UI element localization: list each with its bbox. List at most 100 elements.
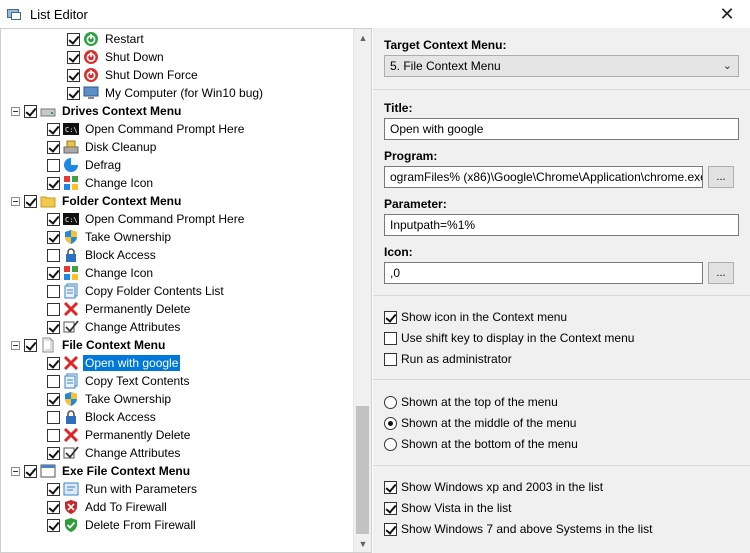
tree-item-checkbox[interactable] <box>47 230 60 244</box>
option-checkbox-item[interactable]: Use shift key to display in the Context … <box>384 329 634 347</box>
icon-input[interactable]: ,0 <box>384 262 703 284</box>
position-radio-option[interactable]: Shown at the middle of the menu <box>384 414 576 432</box>
radio-button[interactable] <box>384 416 397 430</box>
tree-item-checkbox[interactable] <box>47 356 60 370</box>
radio-button[interactable] <box>384 395 397 409</box>
tree-item-label: Change Attributes <box>85 446 181 460</box>
option-label: Show Windows xp and 2003 in the list <box>401 480 604 494</box>
target-menu-select[interactable]: 5. File Context Menu ⌄ <box>384 55 739 77</box>
tree-group-row[interactable]: File Context Menu <box>11 336 167 354</box>
computer-icon <box>83 85 99 101</box>
tree-item-checkbox[interactable] <box>24 464 37 478</box>
program-input[interactable]: ogramFiles% (x86)\Google\Chrome\Applicat… <box>384 166 703 188</box>
checkbox[interactable] <box>384 352 397 366</box>
program-browse-button[interactable]: ... <box>708 166 734 188</box>
tree-item-row[interactable]: Change Attributes <box>47 318 182 336</box>
tree-item-label: Drives Context Menu <box>62 104 182 118</box>
tree-item-checkbox[interactable] <box>47 248 60 262</box>
tree-group-row[interactable]: Drives Context Menu <box>11 102 183 120</box>
tree-item-row[interactable]: Shut Down Force <box>67 66 200 84</box>
tree-item-row[interactable]: Delete From Firewall <box>47 516 198 534</box>
tree-item-row[interactable]: Change Icon <box>47 174 155 192</box>
checkbox[interactable] <box>384 480 397 494</box>
tree-item-checkbox[interactable] <box>47 212 60 226</box>
title-input[interactable]: Open with google <box>384 118 739 140</box>
option-checkbox-item[interactable]: Show Vista in the list <box>384 499 512 517</box>
checkbox[interactable] <box>384 501 397 515</box>
tree-item-checkbox[interactable] <box>47 392 60 406</box>
tree-item-checkbox[interactable] <box>24 338 37 352</box>
tree-item-checkbox[interactable] <box>47 428 60 442</box>
tree-item-checkbox[interactable] <box>24 194 37 208</box>
collapse-toggle[interactable] <box>11 466 20 476</box>
attributes-check-icon <box>63 319 79 335</box>
tree-item-row[interactable]: C:\ Open Command Prompt Here <box>47 210 246 228</box>
tree-item-checkbox[interactable] <box>47 140 60 154</box>
tree-item-row[interactable]: Copy Folder Contents List <box>47 282 226 300</box>
tree-item-checkbox[interactable] <box>47 374 60 388</box>
tree-item-row[interactable]: Disk Cleanup <box>47 138 158 156</box>
collapse-toggle[interactable] <box>11 340 20 350</box>
parameter-input[interactable]: Inputpath=%1% <box>384 214 739 236</box>
tree-item-checkbox[interactable] <box>47 122 60 136</box>
tree-item-row[interactable]: Block Access <box>47 246 158 264</box>
tree-item-row[interactable]: Permanently Delete <box>47 426 192 444</box>
tree-item-checkbox[interactable] <box>67 86 80 100</box>
tree-item-row[interactable]: Permanently Delete <box>47 300 192 318</box>
tree-item-checkbox[interactable] <box>47 500 60 514</box>
tree-item-row[interactable]: Change Icon <box>47 264 155 282</box>
tree-item-checkbox[interactable] <box>47 302 60 316</box>
option-checkbox-item[interactable]: Show Windows xp and 2003 in the list <box>384 478 603 496</box>
scroll-up-button[interactable]: ▲ <box>354 29 371 46</box>
parameter-value: Inputpath=%1% <box>390 218 476 232</box>
option-checkbox-item[interactable]: Run as administrator <box>384 350 512 368</box>
target-group: Target Context Menu: 5. File Context Men… <box>373 28 750 90</box>
tree-group-row[interactable]: Exe File Context Menu <box>11 462 192 480</box>
scroll-thumb[interactable] <box>356 406 369 534</box>
tree-item-row[interactable]: Take Ownership <box>47 228 173 246</box>
tree-item-row[interactable]: Copy Text Contents <box>47 372 192 390</box>
checkbox[interactable] <box>384 310 397 324</box>
tree-item-row[interactable]: C:\ Open Command Prompt Here <box>47 120 246 138</box>
tree-item-row[interactable]: Shut Down <box>67 48 166 66</box>
tree-item-checkbox[interactable] <box>47 410 60 424</box>
scroll-down-button[interactable]: ▼ <box>354 535 371 552</box>
tree-item-row[interactable]: Restart <box>67 30 146 48</box>
tree-item-checkbox[interactable] <box>47 284 60 298</box>
collapse-toggle[interactable] <box>11 106 20 116</box>
cmd-icon: C:\ <box>63 211 79 227</box>
close-button[interactable]: ✕ <box>704 0 750 28</box>
tree-item-checkbox[interactable] <box>47 518 60 532</box>
tree-scrollbar[interactable]: ▲ ▼ <box>353 29 371 552</box>
position-radio-option[interactable]: Shown at the top of the menu <box>384 393 558 411</box>
tree-item-checkbox[interactable] <box>47 176 60 190</box>
collapse-toggle[interactable] <box>11 196 20 206</box>
tree-item-checkbox[interactable] <box>47 482 60 496</box>
tree-item-checkbox[interactable] <box>47 158 60 172</box>
tree-item-checkbox[interactable] <box>24 104 37 118</box>
checkbox[interactable] <box>384 522 397 536</box>
tree-item-row[interactable]: Block Access <box>47 408 158 426</box>
tree-item-row[interactable]: Add To Firewall <box>47 498 169 516</box>
tree-item-row[interactable]: Open with google <box>47 354 181 372</box>
position-radio-option[interactable]: Shown at the bottom of the menu <box>384 435 578 453</box>
tree-item-checkbox[interactable] <box>47 320 60 334</box>
tree-item-row[interactable]: Defrag <box>47 156 123 174</box>
tree-item-checkbox[interactable] <box>47 266 60 280</box>
tree-item-row[interactable]: Take Ownership <box>47 390 173 408</box>
option-checkbox-item[interactable]: Show icon in the Context menu <box>384 308 567 326</box>
tree-item-checkbox[interactable] <box>67 32 80 46</box>
tree-item-checkbox[interactable] <box>67 50 80 64</box>
tree-item-checkbox[interactable] <box>47 446 60 460</box>
icon-label: Icon: <box>384 245 413 259</box>
radio-button[interactable] <box>384 437 397 451</box>
tree-item-row[interactable]: Change Attributes <box>47 444 182 462</box>
tree-item-row[interactable]: Run with Parameters <box>47 480 199 498</box>
checkbox[interactable] <box>384 331 397 345</box>
icon-browse-button[interactable]: ... <box>708 262 734 284</box>
tree-item-row[interactable]: My Computer (for Win10 bug) <box>67 84 265 102</box>
title-label: Title: <box>384 101 413 115</box>
option-checkbox-item[interactable]: Show Windows 7 and above Systems in the … <box>384 520 652 538</box>
tree-item-checkbox[interactable] <box>67 68 80 82</box>
tree-group-row[interactable]: Folder Context Menu <box>11 192 183 210</box>
